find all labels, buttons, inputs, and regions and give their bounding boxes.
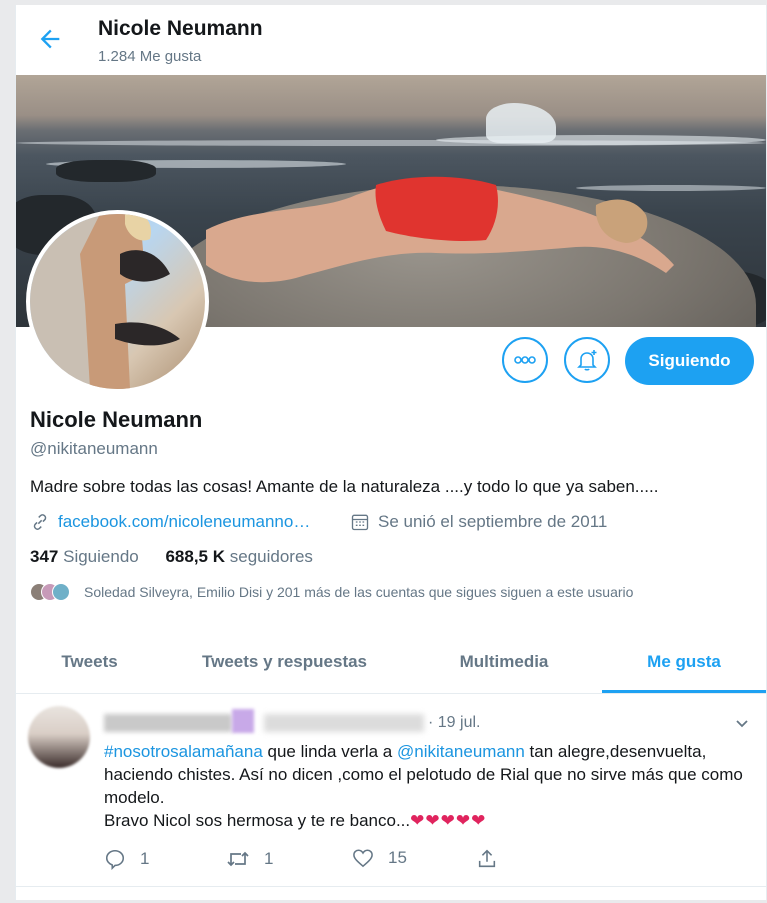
tweet-text-part: que linda verla a	[262, 742, 397, 761]
tweet-card[interactable]: · 19 jul. #nosotrosalamañana que linda v…	[16, 694, 766, 887]
joined-date: Se unió el septiembre de 2011	[378, 512, 608, 531]
tweet-author-avatar[interactable]	[28, 706, 90, 768]
profile-page: Nicole Neumann 1.284 Me gusta Siguiendo …	[15, 5, 767, 900]
profile-name: Nicole Neumann	[30, 407, 203, 432]
followers-label: seguidores	[229, 547, 313, 566]
tab-media[interactable]: Multimedia	[406, 633, 602, 691]
blurred-author-name	[104, 714, 232, 732]
chevron-down-icon[interactable]	[734, 716, 750, 732]
tweet-hashtag[interactable]: #nosotrosalamañana	[104, 742, 263, 761]
header-likes-count: 1.284 Me gusta	[98, 48, 202, 65]
reply-icon	[105, 849, 125, 870]
share-icon	[478, 849, 496, 868]
share-action[interactable]	[476, 848, 498, 870]
followers-count: 688,5 K	[165, 547, 226, 566]
mutual-followers[interactable]: Soledad Silveyra, Emilio Disi y 201 más …	[30, 583, 633, 601]
profile-joined: Se unió el septiembre de 2011	[350, 512, 607, 532]
tab-tweets[interactable]: Tweets	[16, 633, 163, 691]
tweet-text: #nosotrosalamañana que linda verla a @ni…	[104, 740, 744, 832]
blurred-emoji	[232, 709, 254, 733]
like-action[interactable]: 15	[352, 848, 407, 868]
following-button[interactable]: Siguiendo	[625, 337, 754, 385]
header-name: Nicole Neumann	[98, 17, 263, 40]
bell-plus-icon	[577, 350, 597, 371]
back-arrow-icon[interactable]	[36, 25, 64, 53]
profile-bio: Madre sobre todas las cosas! Amante de l…	[30, 477, 659, 496]
retweet-icon	[227, 851, 249, 867]
retweet-count: 1	[264, 849, 274, 868]
tab-tweets-replies[interactable]: Tweets y respuestas	[163, 633, 406, 691]
following-label: Siguiendo	[63, 547, 139, 566]
person-silhouette	[206, 176, 674, 283]
mutual-avatar	[52, 583, 70, 601]
tweet-text-part: Bravo Nicol sos hermosa y te re banco...	[104, 811, 411, 830]
retweet-action[interactable]: 1	[226, 848, 273, 870]
calendar-icon	[351, 514, 369, 531]
mutual-text: Soledad Silveyra, Emilio Disi y 201 más …	[84, 584, 634, 600]
link-icon	[33, 514, 47, 530]
blurred-author-handle	[264, 714, 424, 732]
heart-icon	[353, 849, 373, 868]
profile-tabs: Tweets Tweets y respuestas Multimedia Me…	[16, 633, 766, 694]
notifications-button[interactable]	[564, 337, 610, 383]
following-count: 347	[30, 547, 59, 566]
tweet-date[interactable]: · 19 jul.	[428, 714, 480, 732]
more-options-button[interactable]	[502, 337, 548, 383]
followers-stat[interactable]: 688,5 K seguidores	[165, 547, 312, 566]
profile-website[interactable]: facebook.com/nicoleneumanno…	[30, 512, 310, 532]
reply-count: 1	[140, 849, 150, 868]
more-dots-icon	[514, 356, 536, 364]
website-link[interactable]: facebook.com/nicoleneumanno…	[58, 512, 310, 532]
profile-handle: @nikitaneumann	[30, 439, 158, 458]
tab-likes[interactable]: Me gusta	[602, 633, 766, 693]
top-bar: Nicole Neumann 1.284 Me gusta	[16, 5, 766, 75]
heart-emojis: ❤❤❤❤❤	[410, 811, 487, 830]
profile-avatar[interactable]	[26, 210, 209, 393]
tweet-mention[interactable]: @nikitaneumann	[397, 742, 525, 761]
reply-action[interactable]: 1	[104, 848, 149, 870]
following-stat[interactable]: 347 Siguiendo	[30, 547, 139, 566]
follow-counts: 347 Siguiendo 688,5 K seguidores	[30, 547, 313, 567]
like-count: 15	[388, 848, 407, 867]
